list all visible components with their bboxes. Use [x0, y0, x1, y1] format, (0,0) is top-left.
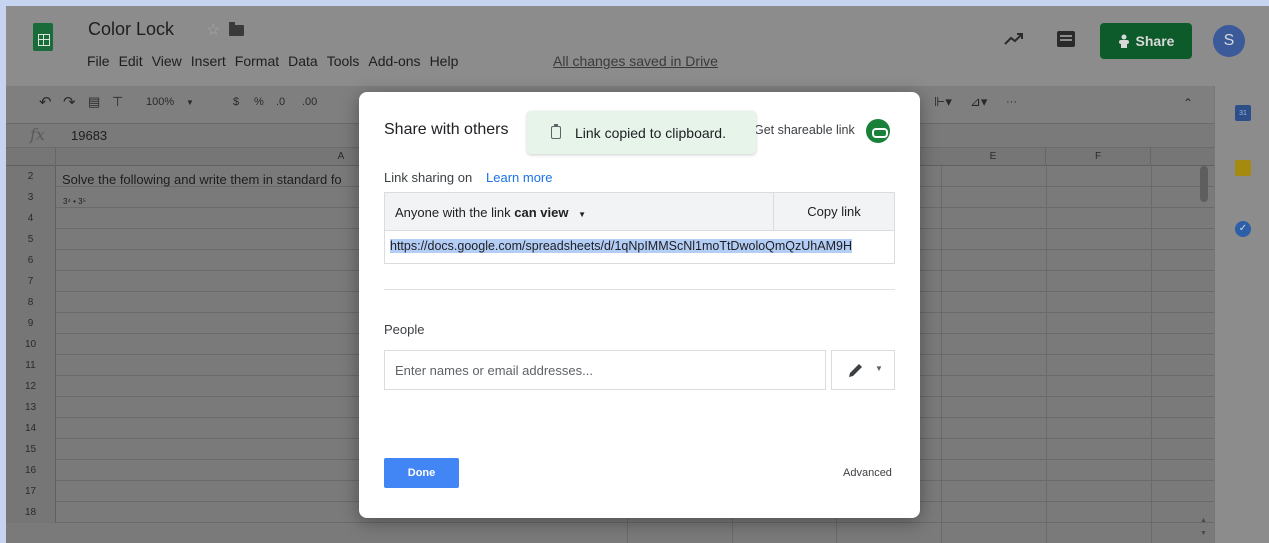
clipboard-icon — [551, 124, 561, 139]
link-sharing-label: Link sharing on — [384, 170, 473, 185]
column-divider — [1151, 166, 1152, 543]
clipboard-toast: Link copied to clipboard. — [527, 111, 756, 154]
star-icon[interactable]: ☆ — [206, 20, 220, 40]
learn-more-link[interactable]: Learn more — [486, 170, 552, 185]
share-button-label: Share — [1135, 33, 1175, 49]
column-divider — [941, 166, 942, 543]
menu-item-help[interactable]: Help — [430, 53, 459, 69]
activity-trend-icon[interactable] — [1004, 32, 1024, 46]
column-header-f[interactable]: F — [1046, 148, 1151, 166]
menu-item-format[interactable]: Format — [235, 53, 279, 69]
permission-level: can view — [514, 205, 569, 220]
saved-status-link[interactable]: All changes saved in Drive — [553, 53, 718, 69]
row-number[interactable]: 4 — [6, 208, 56, 229]
column-divider — [1046, 166, 1047, 543]
row-number[interactable]: 9 — [6, 313, 56, 334]
folder-icon[interactable] — [229, 22, 244, 36]
currency-format-button[interactable]: $ — [233, 96, 239, 108]
row-number[interactable]: 17 — [6, 481, 56, 502]
menu-item-edit[interactable]: Edit — [119, 53, 143, 69]
row-number[interactable]: 15 — [6, 439, 56, 460]
document-title[interactable]: Color Lock — [88, 19, 174, 40]
row-number[interactable]: 3 — [6, 187, 56, 208]
share-dialog: Share with others Get shareable link Lin… — [359, 92, 920, 518]
menu-item-tools[interactable]: Tools — [327, 53, 360, 69]
menu-item-insert[interactable]: Insert — [191, 53, 226, 69]
text-rotation-icon[interactable]: ⊿▾ — [970, 94, 987, 110]
calendar-icon[interactable]: 31 — [1235, 105, 1251, 121]
people-permission-button[interactable]: ▼ — [831, 350, 895, 390]
link-permission-select[interactable]: Anyone with the link can view ▼ — [384, 192, 773, 231]
people-lock-icon — [1118, 34, 1129, 48]
sheets-logo-icon[interactable] — [33, 23, 53, 51]
advanced-link[interactable]: Advanced — [843, 467, 892, 479]
text-wrap-icon[interactable]: ⊩▾ — [934, 94, 952, 110]
chevron-down-icon: ▼ — [875, 364, 883, 373]
paint-format-icon[interactable]: ⊤ — [112, 94, 123, 110]
fx-icon: fx — [30, 125, 45, 144]
chevron-down-icon: ▼ — [578, 210, 586, 219]
row-number[interactable]: 5 — [6, 229, 56, 250]
menu-item-file[interactable]: File — [87, 53, 110, 69]
print-icon[interactable]: ▤ — [88, 94, 100, 110]
row-number[interactable]: 18 — [6, 502, 56, 523]
keep-icon[interactable] — [1235, 160, 1251, 176]
account-avatar[interactable]: S — [1213, 25, 1245, 57]
menu-item-data[interactable]: Data — [288, 53, 318, 69]
row-number[interactable]: 14 — [6, 418, 56, 439]
copy-link-button[interactable]: Copy link — [773, 192, 895, 231]
link-icon[interactable] — [866, 119, 890, 143]
cell-a3[interactable]: 3⁴ • 3⁵ — [63, 197, 86, 206]
share-url-field[interactable]: https://docs.google.com/spreadsheets/d/1… — [384, 231, 895, 264]
scroll-down-icon[interactable]: ▼ — [1200, 530, 1207, 537]
select-all-corner[interactable] — [6, 148, 56, 166]
header: Color Lock ☆ File Edit View Insert Format Dat… — [6, 6, 1269, 86]
vertical-scrollbar[interactable] — [1200, 166, 1208, 202]
divider — [384, 289, 895, 290]
people-label: People — [384, 322, 425, 337]
share-button[interactable]: Share — [1100, 23, 1192, 59]
zoom-select[interactable]: 100% — [146, 96, 174, 108]
tasks-icon[interactable]: ✓ — [1235, 221, 1251, 237]
get-shareable-link-label[interactable]: Get shareable link — [754, 123, 855, 137]
more-tools-button[interactable]: ··· — [1006, 96, 1017, 108]
row-number[interactable]: 6 — [6, 250, 56, 271]
row-number[interactable]: 10 — [6, 334, 56, 355]
side-panel: 31 ✓ — [1214, 86, 1269, 543]
redo-icon[interactable]: ↷ — [63, 93, 76, 111]
toast-message: Link copied to clipboard. — [575, 124, 726, 141]
menu-item-view[interactable]: View — [152, 53, 182, 69]
row-number[interactable]: 11 — [6, 355, 56, 376]
collapse-toolbar-icon[interactable]: ⌃ — [1183, 96, 1193, 110]
zoom-caret-icon[interactable]: ▼ — [186, 98, 194, 107]
row-number[interactable]: 16 — [6, 460, 56, 481]
row-number[interactable]: 12 — [6, 376, 56, 397]
row-number[interactable]: 2 — [6, 166, 56, 187]
row-number[interactable]: 7 — [6, 271, 56, 292]
cell-a2[interactable]: Solve the following and write them in st… — [62, 172, 360, 187]
increase-decimal-button[interactable]: .00 — [302, 96, 317, 108]
undo-icon[interactable]: ↶ — [39, 93, 52, 111]
decrease-decimal-button[interactable]: .0 — [276, 96, 285, 108]
done-button[interactable]: Done — [384, 458, 459, 488]
pencil-icon — [849, 364, 862, 377]
comments-icon[interactable] — [1057, 31, 1075, 47]
formula-input[interactable]: 19683 — [71, 128, 107, 143]
share-url-text: https://docs.google.com/spreadsheets/d/1… — [390, 239, 852, 253]
dialog-title: Share with others — [384, 121, 509, 138]
people-input[interactable]: Enter names or email addresses... — [384, 350, 826, 390]
row-number[interactable]: 13 — [6, 397, 56, 418]
percent-format-button[interactable]: % — [254, 96, 264, 108]
column-header-e[interactable]: E — [941, 148, 1046, 166]
scroll-up-icon[interactable]: ▲ — [1200, 517, 1207, 524]
menu-item-add-ons[interactable]: Add-ons — [368, 53, 420, 69]
menu-bar: File Edit View Insert Format Data Tools Add-ons… — [87, 53, 467, 69]
permission-prefix: Anyone with the link — [395, 205, 515, 220]
row-number[interactable]: 8 — [6, 292, 56, 313]
